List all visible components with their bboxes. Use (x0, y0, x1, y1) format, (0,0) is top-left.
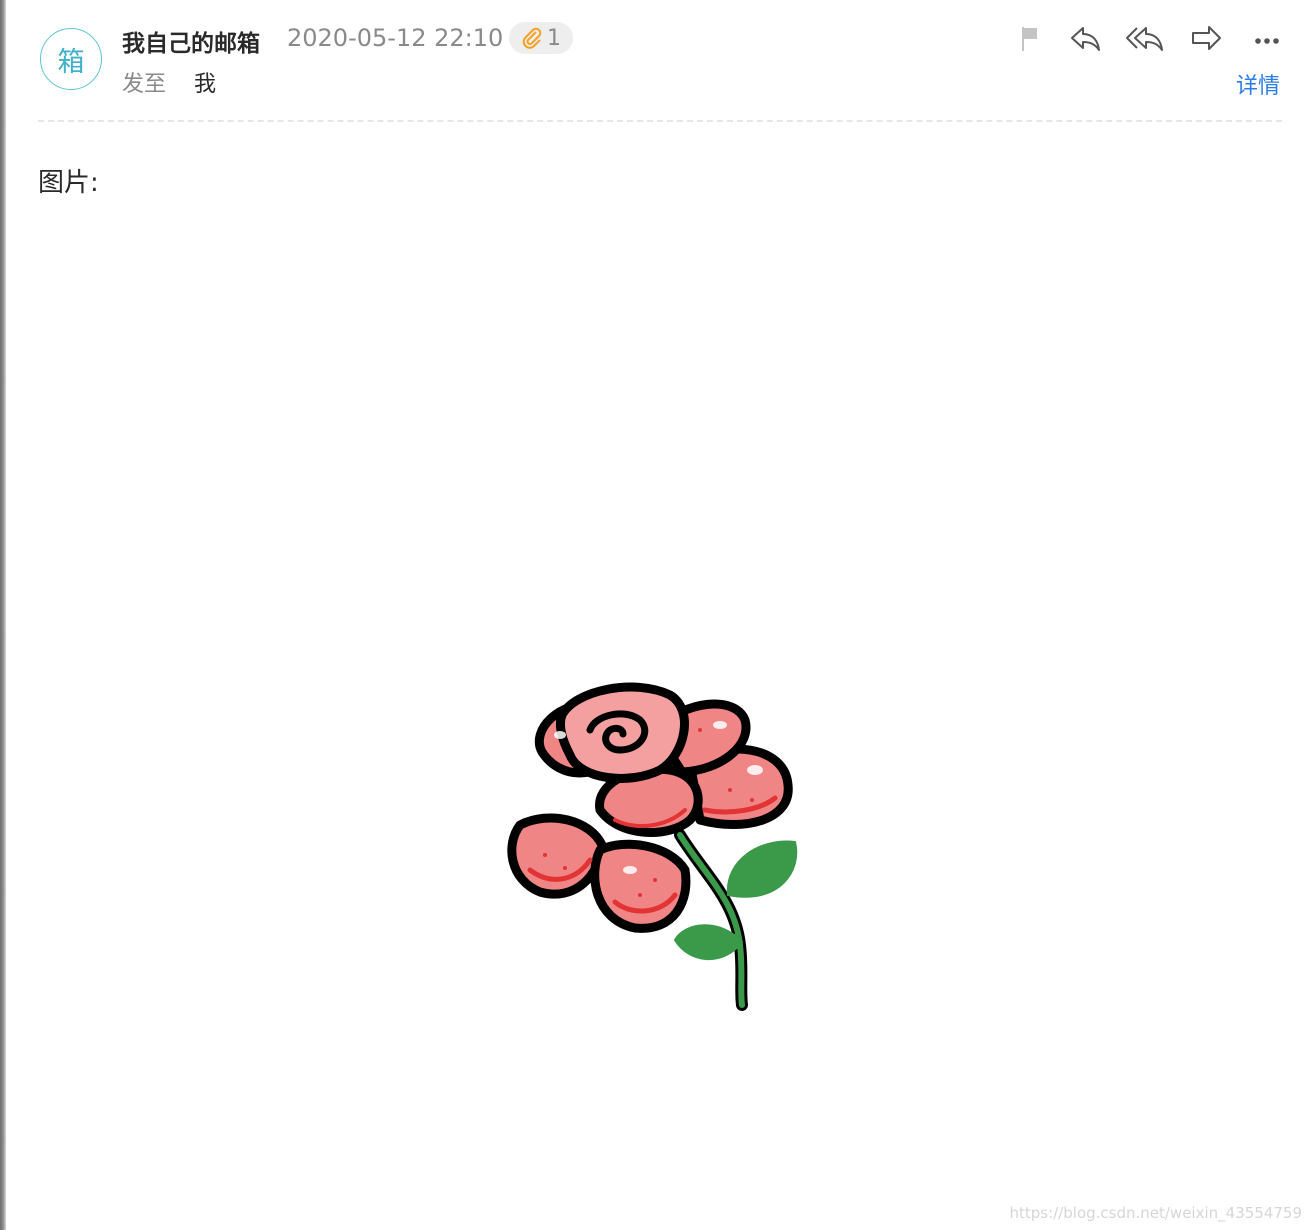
mail-timestamp: 2020-05-12 22:10 (287, 24, 504, 52)
details-link[interactable]: 详情 (1236, 68, 1280, 100)
recipient-value[interactable]: 我 (194, 66, 216, 98)
reply-icon (1071, 27, 1100, 51)
mail-body-text: 图片: (38, 168, 99, 198)
reply-all-button[interactable] (1125, 20, 1165, 56)
avatar-text: 箱 (57, 46, 85, 78)
attachment-count: 1 (547, 25, 561, 51)
reply-button[interactable] (1065, 20, 1105, 56)
flag-button[interactable] (1008, 20, 1048, 56)
more-button[interactable] (1247, 20, 1287, 56)
sender-avatar: 箱 (40, 28, 102, 90)
header-divider (38, 120, 1282, 122)
recipient-label: 发至 (122, 72, 167, 97)
rose-image (490, 670, 810, 1025)
paperclip-icon (522, 27, 542, 49)
flag-icon (1022, 27, 1037, 51)
mail-reader-window: 箱 我自己的邮箱 2020-05-12 22:10 1 发至 我 详情 图片: … (0, 0, 1312, 1230)
window-edge (0, 0, 6, 1230)
watermark: https://blog.csdn.net/weixin_43554759 (1009, 1204, 1302, 1222)
more-icon (1255, 38, 1279, 44)
reply-all-icon (1126, 27, 1163, 51)
sender-name[interactable]: 我自己的邮箱 (122, 24, 260, 58)
forward-icon (1192, 26, 1221, 50)
attachment-badge[interactable]: 1 (509, 22, 573, 54)
forward-button[interactable] (1186, 20, 1226, 56)
